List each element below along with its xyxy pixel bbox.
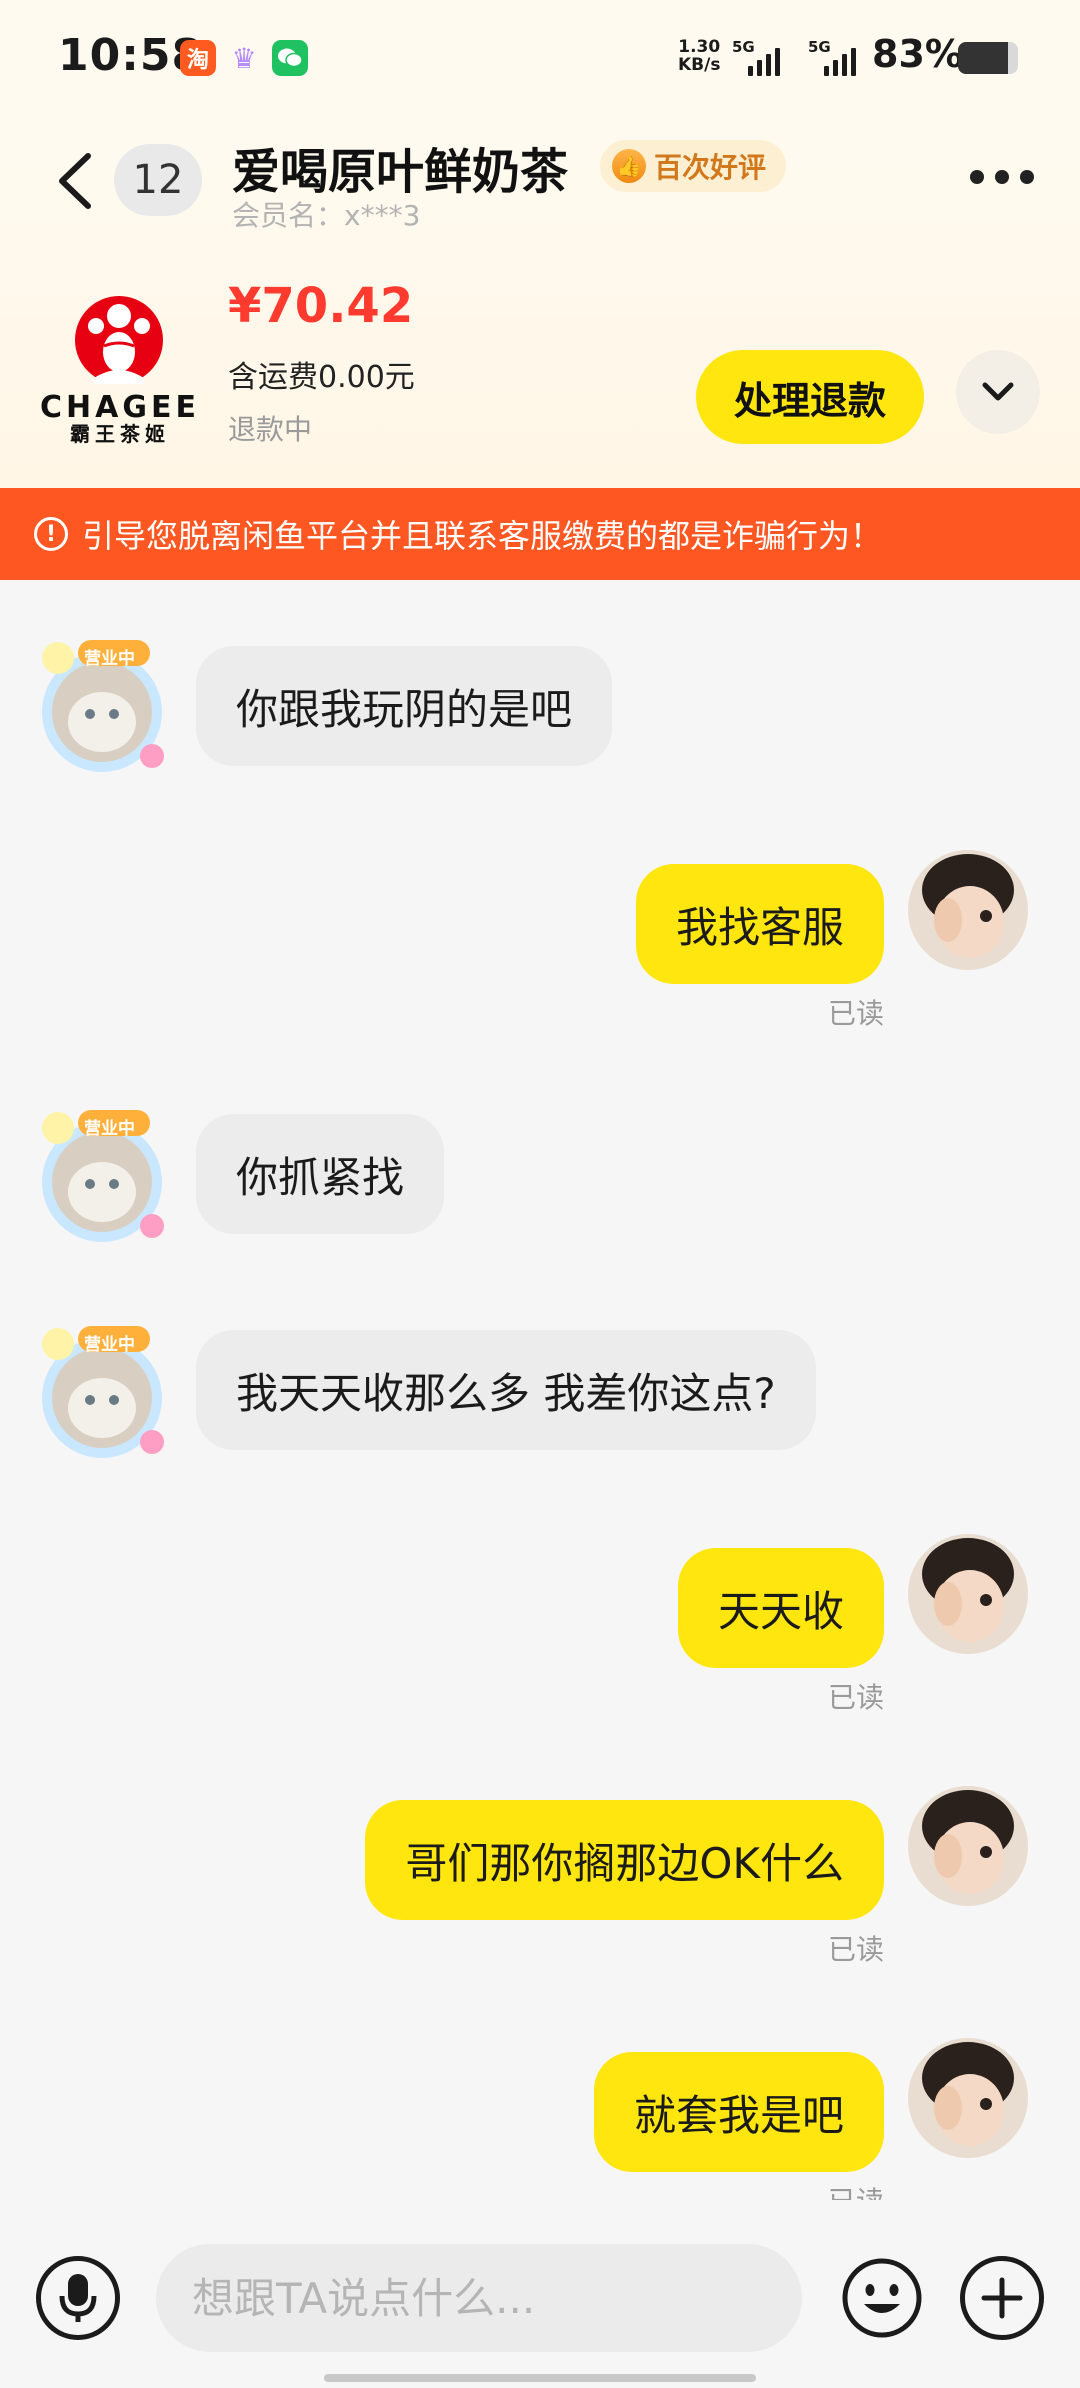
- plus-icon: [981, 2277, 1023, 2319]
- user-avatar[interactable]: [908, 2038, 1028, 2158]
- network-speed-unit: KB/s: [678, 55, 721, 75]
- order-price: ¥70.42: [228, 278, 414, 334]
- expand-button[interactable]: [956, 350, 1040, 434]
- read-receipt: 已读: [827, 1933, 884, 1966]
- signal-label: 5G: [808, 38, 831, 56]
- wechat-icon: [272, 40, 308, 76]
- status-bar: 10:58 淘 ♛ 1.30 KB/s 5G 5G 83%: [0, 0, 1080, 118]
- unread-count-badge[interactable]: 12: [114, 144, 202, 216]
- network-speed: 1.30 KB/s: [678, 38, 720, 74]
- home-indicator[interactable]: [324, 2374, 756, 2382]
- message-bubble-incoming[interactable]: 你跟我玩阴的是吧: [196, 646, 613, 766]
- seller-avatar[interactable]: 营业中: [34, 1102, 174, 1252]
- signal-icon: 5G: [808, 38, 856, 76]
- fraud-warning-text: 引导您脱离闲鱼平台并且联系客服缴费的都是诈骗行为！: [82, 517, 883, 555]
- voice-button[interactable]: [36, 2256, 120, 2340]
- brand-logo-subtext: 霸王茶姬: [70, 422, 170, 446]
- more-options-icon[interactable]: [970, 170, 1034, 190]
- seller-avatar[interactable]: 营业中: [34, 1318, 174, 1468]
- emoji-icon: [842, 2258, 922, 2338]
- read-receipt: 已读: [827, 997, 884, 1030]
- taobao-icon: 淘: [180, 40, 216, 76]
- message-bubble-incoming[interactable]: 你抓紧找: [196, 1114, 445, 1234]
- microphone-icon: [59, 2274, 97, 2322]
- emoji-button[interactable]: [840, 2256, 924, 2340]
- process-refund-button[interactable]: 处理退款: [696, 350, 924, 444]
- shipping-fee: 含运费0.00元: [228, 360, 415, 395]
- back-arrow-icon[interactable]: [52, 148, 98, 214]
- thumbs-up-icon: 👍: [612, 149, 646, 183]
- avatar-status-badge: 营业中: [84, 649, 135, 669]
- chat-screen: 10:58 淘 ♛ 1.30 KB/s 5G 5G 83% 12 爱喝原叶鲜奶茶…: [0, 0, 1080, 2388]
- message-input[interactable]: [156, 2244, 802, 2352]
- read-receipt: 已读: [827, 1681, 884, 1714]
- signal-label: 5G: [732, 38, 755, 56]
- read-receipt: 已读: [828, 2180, 884, 2200]
- message-bubble-outgoing[interactable]: 就套我是吧: [593, 2052, 884, 2172]
- battery-percent: 83%: [872, 32, 963, 76]
- fraud-warning-banner: ! 引导您脱离闲鱼平台并且联系客服缴费的都是诈骗行为！: [0, 488, 1080, 580]
- more-actions-button[interactable]: [960, 2256, 1044, 2340]
- message-bubble-outgoing[interactable]: 我找客服: [635, 864, 884, 984]
- message-bubble-incoming[interactable]: 我天天收那么多 我差你这点?: [196, 1330, 816, 1450]
- user-avatar[interactable]: [908, 850, 1028, 970]
- alert-icon: !: [34, 517, 68, 551]
- input-bar: [0, 2200, 1080, 2388]
- avatar-status-badge: 营业中: [84, 1119, 135, 1139]
- crown-icon: ♛: [231, 41, 257, 75]
- avatar-status-badge: 营业中: [84, 1335, 135, 1355]
- user-avatar[interactable]: [908, 1534, 1028, 1654]
- shop-name[interactable]: 爱喝原叶鲜奶茶: [232, 132, 568, 202]
- refund-status: 退款中: [228, 413, 313, 446]
- rating-badge-label: 百次好评: [654, 151, 767, 184]
- member-name: 会员名：x***3: [232, 199, 421, 232]
- message-bubble-outgoing[interactable]: 哥们那你搁那边OK什么: [365, 1800, 884, 1920]
- chevron-down-icon: [982, 382, 1014, 401]
- user-avatar[interactable]: [908, 1786, 1028, 1906]
- message-bubble-outgoing[interactable]: 天天收: [677, 1548, 884, 1668]
- network-speed-value: 1.30: [678, 37, 721, 57]
- rating-badge[interactable]: 👍 百次好评: [600, 140, 787, 192]
- message-list[interactable]: 营业中 你跟我玩阴的是吧 我找客服 已读 营业中 你抓紧找 营业中 我天天收那么…: [0, 580, 1080, 2200]
- seller-avatar[interactable]: 营业中: [34, 632, 174, 782]
- battery-icon: [958, 42, 1018, 74]
- signal-icon: 5G: [732, 38, 780, 76]
